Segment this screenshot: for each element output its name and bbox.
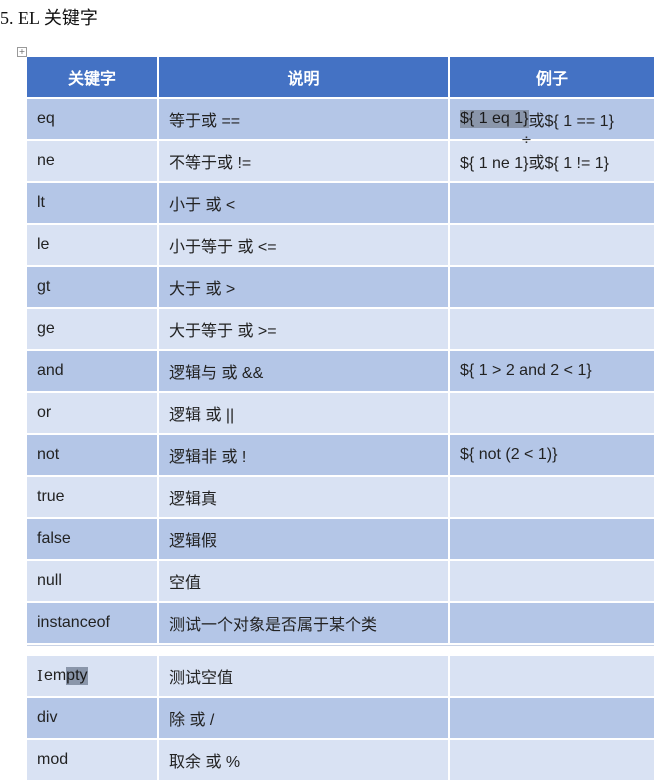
table-move-handle-icon[interactable]: +	[17, 47, 27, 57]
example-cell: ${ 1 ne 1}或${ 1 != 1}	[450, 141, 654, 181]
description-cell: 等于或 ==	[159, 99, 448, 139]
description-cell: 取余 或 %	[159, 740, 448, 780]
keyword-cell: Iem pty	[27, 656, 157, 696]
table-page-break	[27, 645, 654, 656]
description-cell: 逻辑非 或 !	[159, 435, 448, 475]
keyword-cell: null	[27, 561, 157, 601]
header-example: 例子	[450, 57, 654, 97]
description-cell: 测试空值	[159, 656, 448, 696]
selected-text: ${ 1 eq 1}	[460, 110, 529, 128]
table-row: true 逻辑真	[27, 477, 654, 519]
section-heading: 5. EL 关键字	[0, 8, 98, 28]
keyword-text: em	[43, 667, 67, 684]
example-cell	[450, 393, 654, 433]
keyword-cell: and	[27, 351, 157, 391]
keyword-cell: lt	[27, 183, 157, 223]
example-cell	[450, 740, 654, 780]
keyword-cell: instanceof	[27, 603, 157, 643]
table-row: null 空值	[27, 561, 654, 603]
keyword-cell: ne	[27, 141, 157, 181]
table-row: lt 小于 或 <	[27, 183, 654, 225]
table-row: div 除 或 /	[27, 698, 654, 740]
example-cell: ${ 1 > 2 and 2 < 1}	[450, 351, 654, 391]
example-cell: ${ not (2 < 1)}	[450, 435, 654, 475]
description-cell: 小于 或 <	[159, 183, 448, 223]
keyword-cell: div	[27, 698, 157, 738]
selected-text: pty	[66, 667, 88, 685]
example-cell	[450, 698, 654, 738]
example-cell	[450, 603, 654, 643]
table-row: gt 大于 或 >	[27, 267, 654, 309]
description-cell: 逻辑 或 ||	[159, 393, 448, 433]
keyword-cell: eq	[27, 99, 157, 139]
keyword-cell: not	[27, 435, 157, 475]
description-cell: 逻辑假	[159, 519, 448, 559]
table-row: Iem pty 测试空值	[27, 656, 654, 698]
table-row: false 逻辑假	[27, 519, 654, 561]
table-row: instanceof 测试一个对象是否属于某个类	[27, 603, 654, 645]
table-row: eq 等于或 == ${ 1 eq 1} 或${ 1 == 1}	[27, 99, 654, 141]
header-description: 说明	[159, 57, 448, 97]
keyword-cell: mod	[27, 740, 157, 780]
example-cell	[450, 477, 654, 517]
description-cell: 除 或 /	[159, 698, 448, 738]
description-cell: 大于 或 >	[159, 267, 448, 307]
keyword-cell: gt	[27, 267, 157, 307]
example-cell	[450, 183, 654, 223]
table-row: or 逻辑 或 ||	[27, 393, 654, 435]
description-cell: 空值	[159, 561, 448, 601]
table-resize-cursor-icon: ÷	[521, 133, 532, 148]
table-row: ge 大于等于 或 >=	[27, 309, 654, 351]
description-cell: 测试一个对象是否属于某个类	[159, 603, 448, 643]
keyword-table: 关键字 说明 例子 eq 等于或 == ${ 1 eq 1} 或${ 1 == 1…	[27, 57, 654, 782]
example-text: 或${ 1 == 1}	[528, 113, 614, 130]
keyword-cell: or	[27, 393, 157, 433]
description-cell: 逻辑与 或 &&	[159, 351, 448, 391]
description-cell: 不等于或 !=	[159, 141, 448, 181]
example-cell	[450, 309, 654, 349]
keyword-cell: true	[27, 477, 157, 517]
table-row: ne 不等于或 != ${ 1 ne 1}或${ 1 != 1}	[27, 141, 654, 183]
keyword-cell: ge	[27, 309, 157, 349]
example-cell	[450, 656, 654, 696]
example-cell	[450, 225, 654, 265]
table-row: mod 取余 或 %	[27, 740, 654, 782]
description-cell: 逻辑真	[159, 477, 448, 517]
keyword-cell: false	[27, 519, 157, 559]
table-row: le 小于等于 或 <=	[27, 225, 654, 267]
text-cursor-icon: I	[37, 667, 43, 685]
example-cell: ${ 1 eq 1} 或${ 1 == 1}	[450, 99, 654, 139]
description-cell: 小于等于 或 <=	[159, 225, 448, 265]
keyword-cell: le	[27, 225, 157, 265]
table-row: and 逻辑与 或 && ${ 1 > 2 and 2 < 1}	[27, 351, 654, 393]
table-row: not 逻辑非 或 ! ${ not (2 < 1)}	[27, 435, 654, 477]
example-cell	[450, 267, 654, 307]
table-header-row: 关键字 说明 例子	[27, 57, 654, 99]
example-cell	[450, 561, 654, 601]
description-cell: 大于等于 或 >=	[159, 309, 448, 349]
example-cell	[450, 519, 654, 559]
header-keyword: 关键字	[27, 57, 157, 97]
